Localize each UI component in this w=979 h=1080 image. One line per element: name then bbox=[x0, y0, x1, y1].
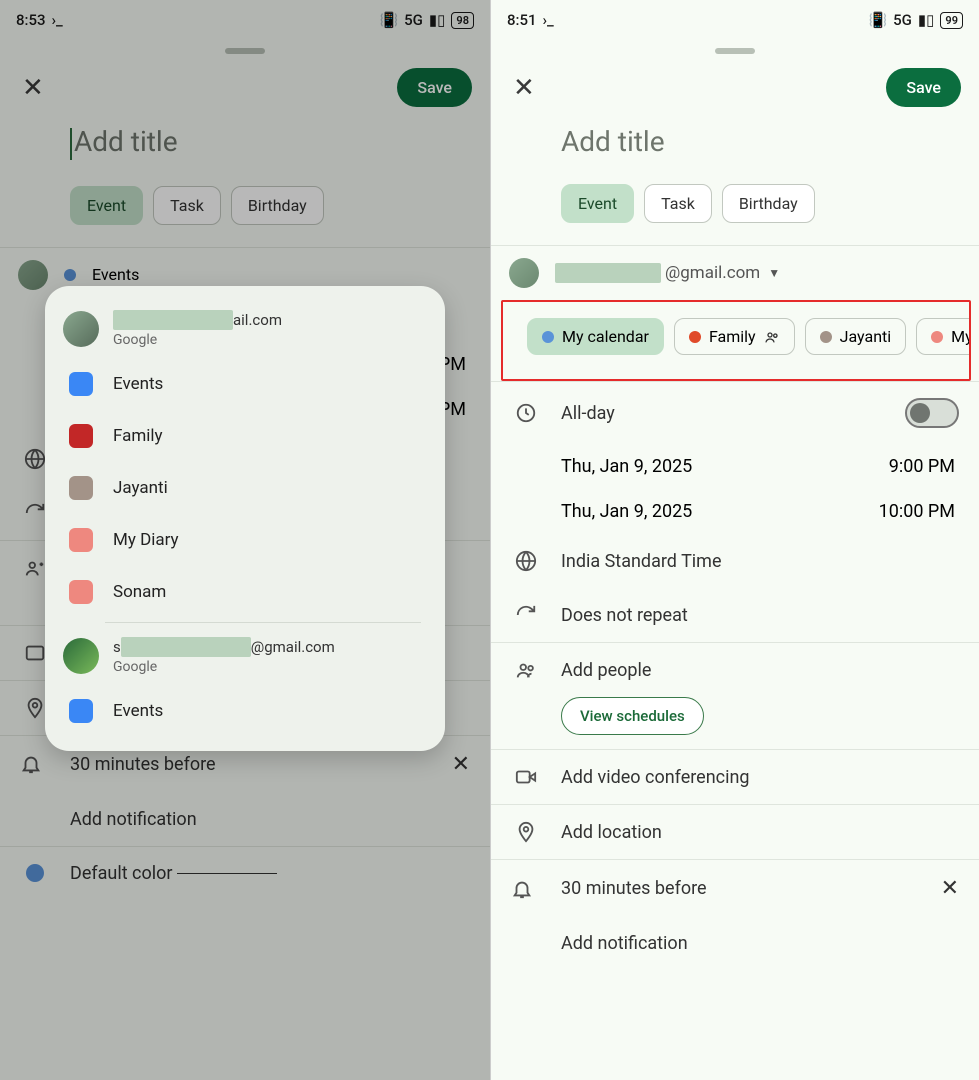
battery-icon: 99 bbox=[940, 12, 963, 29]
calendar-picker-popup: ail.com Google Events Family Jayanti My … bbox=[45, 286, 445, 751]
swatch-icon bbox=[69, 424, 93, 448]
allday-label: All-day bbox=[561, 403, 885, 424]
close-icon[interactable]: ✕ bbox=[513, 75, 535, 101]
dot-icon bbox=[542, 331, 554, 343]
calendar-chip-mydiary[interactable]: My D bbox=[916, 318, 969, 355]
calendar-option-mydiary[interactable]: My Diary bbox=[45, 514, 445, 566]
allday-toggle[interactable] bbox=[905, 398, 959, 428]
calendar-chip-mycalendar[interactable]: My calendar bbox=[527, 318, 664, 355]
end-time[interactable]: 10:00 PM bbox=[879, 501, 955, 522]
tab-event[interactable]: Event bbox=[561, 184, 634, 223]
allday-row: All-day bbox=[491, 382, 979, 444]
globe-icon bbox=[511, 550, 541, 572]
tab-birthday[interactable]: Birthday bbox=[231, 186, 324, 225]
vibrate-icon: 📳 bbox=[868, 11, 887, 29]
calendar-option-jayanti[interactable]: Jayanti bbox=[45, 462, 445, 514]
status-bar: 8:51 ›_ 📳 5G ▮▯ 99 bbox=[491, 0, 979, 40]
title-input[interactable]: Add title bbox=[0, 117, 490, 168]
notification-row[interactable]: 30 minutes before ✕ bbox=[491, 860, 979, 917]
bell-icon bbox=[511, 878, 541, 900]
swatch-icon bbox=[69, 476, 93, 500]
calendar-label: Events bbox=[92, 265, 139, 284]
dot-icon bbox=[931, 331, 943, 343]
redacted-email bbox=[555, 263, 661, 283]
calendar-option-events[interactable]: Events bbox=[45, 358, 445, 410]
color-dot-icon bbox=[20, 864, 50, 882]
drag-handle[interactable] bbox=[715, 48, 755, 54]
clock-icon bbox=[511, 402, 541, 424]
video-icon bbox=[511, 766, 541, 788]
people-icon bbox=[511, 659, 541, 681]
calendar-option-family[interactable]: Family bbox=[45, 410, 445, 462]
avatar bbox=[63, 311, 99, 347]
status-time: 8:51 bbox=[507, 11, 537, 29]
swatch-icon bbox=[69, 528, 93, 552]
remove-notification-icon[interactable]: ✕ bbox=[941, 876, 959, 901]
start-datetime[interactable]: Thu, Jan 9, 2025 9:00 PM bbox=[491, 444, 979, 489]
calendar-option-sonam[interactable]: Sonam bbox=[45, 566, 445, 618]
redacted-email bbox=[113, 310, 233, 330]
location-icon bbox=[511, 821, 541, 843]
terminal-icon: ›_ bbox=[52, 11, 63, 29]
status-bar: 8:53 ›_ 📳 5G ▮▯ 98 bbox=[0, 0, 490, 40]
swatch-icon bbox=[69, 580, 93, 604]
calendar-chip-jayanti[interactable]: Jayanti bbox=[805, 318, 907, 355]
add-notification-row[interactable]: Add notification bbox=[491, 917, 979, 970]
provider-label: Google bbox=[113, 659, 335, 675]
swatch-icon bbox=[69, 699, 93, 723]
terminal-icon: ›_ bbox=[543, 11, 554, 29]
add-notification-row[interactable]: Add notification bbox=[0, 793, 490, 846]
highlight-box: My calendar Family Jayanti My D bbox=[501, 300, 971, 381]
start-date[interactable]: Thu, Jan 9, 2025 bbox=[561, 456, 692, 477]
timezone-row[interactable]: India Standard Time bbox=[491, 534, 979, 588]
title-input[interactable]: Add title bbox=[491, 117, 979, 166]
chevron-down-icon: ▼ bbox=[768, 266, 780, 280]
vibrate-icon: 📳 bbox=[379, 11, 398, 29]
redacted-email bbox=[121, 637, 251, 657]
remove-notification-icon[interactable]: ✕ bbox=[452, 752, 470, 777]
provider-label: Google bbox=[113, 332, 282, 348]
battery-icon: 98 bbox=[451, 12, 474, 29]
color-row[interactable]: Default color bbox=[0, 847, 490, 900]
start-time[interactable]: 9:00 PM bbox=[889, 456, 955, 477]
dot-icon bbox=[820, 331, 832, 343]
calendar-option-events-2[interactable]: Events bbox=[45, 685, 445, 737]
color-label: Default color bbox=[70, 863, 470, 884]
video-conf-row[interactable]: Add video conferencing bbox=[491, 750, 979, 804]
notification-label: 30 minutes before bbox=[561, 878, 941, 899]
signal-icon: ▮▯ bbox=[918, 11, 935, 29]
location-row[interactable]: Add location bbox=[491, 805, 979, 859]
bell-icon bbox=[20, 753, 50, 775]
tab-event[interactable]: Event bbox=[70, 186, 143, 225]
end-date[interactable]: Thu, Jan 9, 2025 bbox=[561, 501, 692, 522]
network-label: 5G bbox=[893, 11, 912, 29]
view-schedules-button[interactable]: View schedules bbox=[561, 697, 704, 735]
repeat-icon bbox=[511, 604, 541, 626]
avatar bbox=[18, 260, 48, 290]
save-button[interactable]: Save bbox=[397, 68, 472, 107]
swatch-icon bbox=[69, 372, 93, 396]
notification-label: 30 minutes before bbox=[70, 754, 452, 775]
dot-icon bbox=[689, 331, 701, 343]
calendar-dot-icon bbox=[64, 269, 76, 281]
account-selector[interactable]: @gmail.com ▼ bbox=[491, 246, 979, 300]
tab-task[interactable]: Task bbox=[644, 184, 712, 223]
close-icon[interactable]: ✕ bbox=[22, 75, 44, 101]
drag-handle[interactable] bbox=[225, 48, 265, 54]
repeat-row[interactable]: Does not repeat bbox=[491, 588, 979, 642]
tab-birthday[interactable]: Birthday bbox=[722, 184, 815, 223]
calendar-chip-family[interactable]: Family bbox=[674, 318, 795, 355]
end-datetime[interactable]: Thu, Jan 9, 2025 10:00 PM bbox=[491, 489, 979, 534]
tab-task[interactable]: Task bbox=[153, 186, 221, 225]
people-row[interactable]: Add people bbox=[491, 643, 979, 697]
avatar bbox=[63, 638, 99, 674]
account-item[interactable]: ail.com Google bbox=[45, 300, 445, 358]
save-button[interactable]: Save bbox=[886, 68, 961, 107]
account-item[interactable]: s @gmail.com Google bbox=[45, 627, 445, 685]
people-icon bbox=[764, 329, 780, 345]
avatar bbox=[509, 258, 539, 288]
status-time: 8:53 bbox=[16, 11, 46, 29]
signal-icon: ▮▯ bbox=[429, 11, 446, 29]
network-label: 5G bbox=[404, 11, 423, 29]
